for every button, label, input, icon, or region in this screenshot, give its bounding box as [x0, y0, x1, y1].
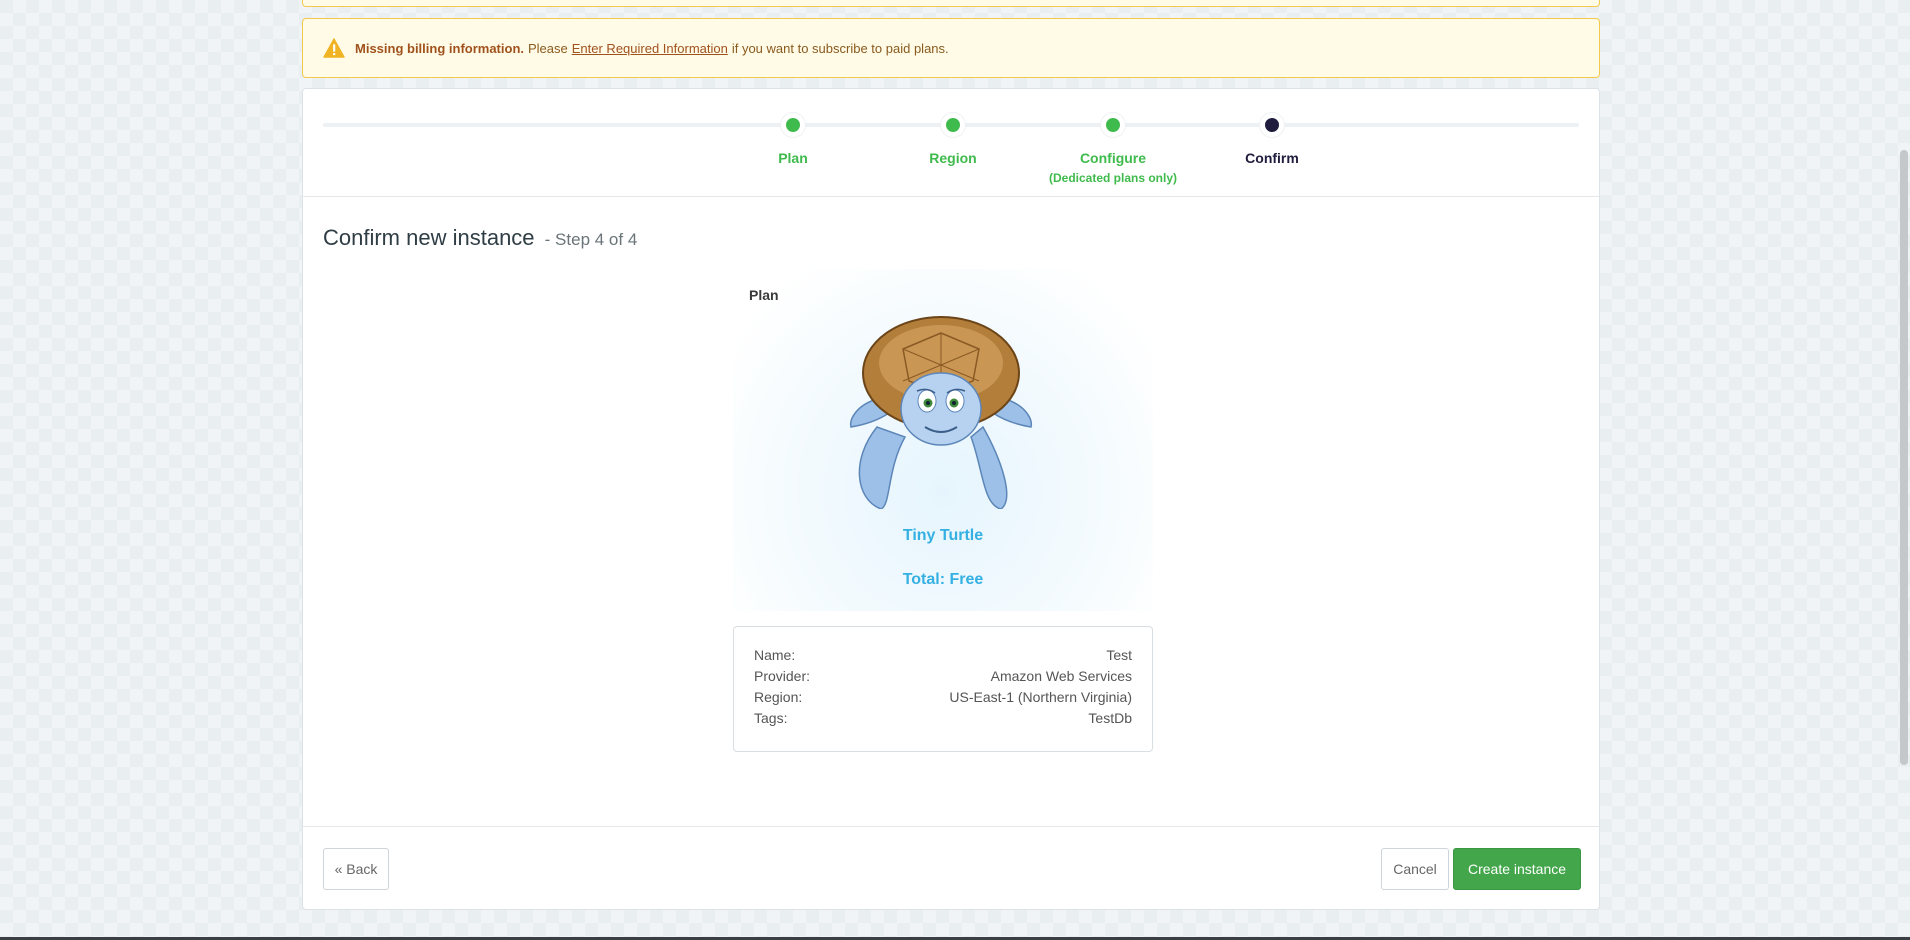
step-region[interactable]: Region — [873, 113, 1033, 166]
detail-value: Amazon Web Services — [990, 668, 1132, 684]
step-count: - Step 4 of 4 — [544, 230, 638, 249]
enter-required-information-link[interactable]: Enter Required Information — [572, 41, 728, 56]
wizard-card: Plan Region Configure (Dedicated plans o… — [302, 88, 1600, 910]
plan-summary: Plan Tiny Turtle Total: Free — [733, 269, 1153, 611]
plan-name: Tiny Turtle — [902, 527, 984, 544]
detail-value: US-East-1 (Northern Virginia) — [949, 689, 1132, 705]
detail-value: TestDb — [1088, 710, 1132, 726]
plan-label: Plan — [749, 287, 779, 303]
warning-icon — [323, 38, 345, 58]
plan-total: Total: Free — [902, 571, 984, 588]
footer-divider — [303, 826, 1599, 827]
alert-title: Missing billing information. — [355, 40, 524, 56]
step-region-dot — [941, 113, 965, 137]
step-configure-sublabel: (Dedicated plans only) — [1048, 171, 1178, 185]
detail-key: Provider: — [754, 668, 811, 684]
billing-alert: Missing billing information. Please Ente… — [302, 18, 1600, 78]
step-confirm-label: Confirm — [1245, 150, 1299, 166]
alert-text-before: Please — [528, 40, 568, 56]
wizard-stepper: Plan Region Configure (Dedicated plans o… — [303, 89, 1599, 197]
step-confirm: Confirm — [1192, 113, 1352, 166]
back-button[interactable]: « Back — [323, 848, 389, 890]
create-instance-button[interactable]: Create instance — [1453, 848, 1581, 890]
step-configure[interactable]: Configure (Dedicated plans only) — [1033, 113, 1193, 185]
detail-key: Name: — [754, 647, 796, 663]
step-region-label: Region — [929, 150, 977, 166]
detail-key: Region: — [754, 689, 803, 705]
detail-row-provider: Provider: Amazon Web Services — [754, 668, 1132, 689]
detail-value: Test — [1106, 647, 1132, 663]
instance-details: Name: Test Provider: Amazon Web Services… — [733, 626, 1153, 752]
previous-panel-edge — [302, 0, 1600, 7]
scrollbar-thumb[interactable] — [1900, 150, 1908, 765]
step-confirm-dot — [1260, 113, 1284, 137]
detail-row-tags: Tags: TestDb — [754, 710, 1132, 731]
page-title-text: Confirm new instance — [323, 225, 535, 250]
step-plan-dot — [781, 113, 805, 137]
detail-row-region: Region: US-East-1 (Northern Virginia) — [754, 689, 1132, 710]
step-plan-label: Plan — [778, 150, 808, 166]
step-configure-label: Configure — [1079, 150, 1147, 166]
detail-row-name: Name: Test — [754, 647, 1132, 668]
turtle-illustration — [849, 316, 1033, 509]
cancel-button[interactable]: Cancel — [1381, 848, 1449, 890]
step-plan[interactable]: Plan — [713, 113, 873, 166]
detail-key: Tags: — [754, 710, 788, 726]
page-title: Confirm new instance - Step 4 of 4 — [323, 225, 637, 251]
step-configure-dot — [1101, 113, 1125, 137]
alert-text-after: if you want to subscribe to paid plans. — [731, 40, 949, 56]
